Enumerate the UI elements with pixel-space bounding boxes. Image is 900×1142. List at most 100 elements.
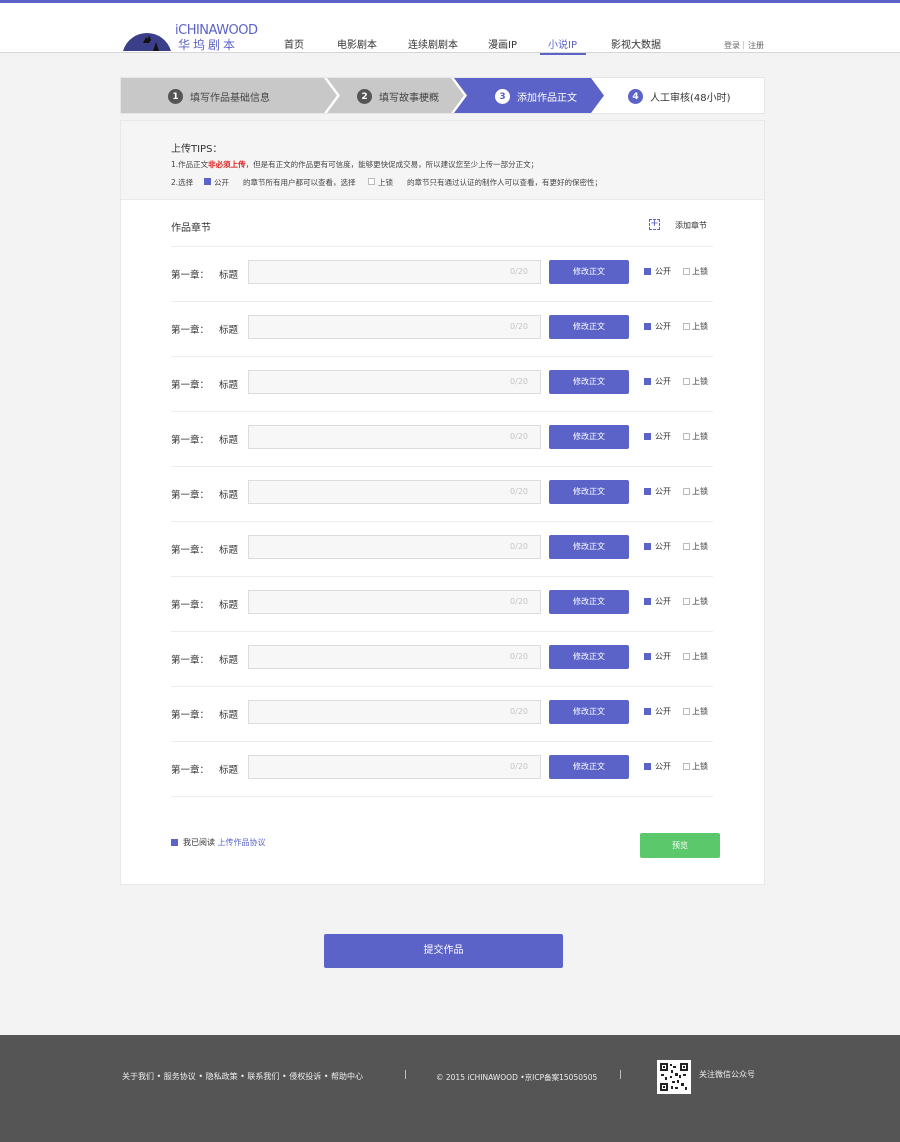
chapter-number-label: 第一章： bbox=[171, 710, 210, 721]
public-label: 公开 bbox=[655, 707, 671, 716]
submit-work-button[interactable]: 提交作品 bbox=[324, 934, 563, 968]
lock-checkbox[interactable] bbox=[683, 708, 690, 715]
public-checkbox[interactable] bbox=[644, 763, 651, 770]
nav-movie-scripts[interactable]: 电影剧本 bbox=[337, 36, 377, 51]
edit-content-button[interactable]: 修改正文 bbox=[549, 260, 629, 284]
public-label: 公开 bbox=[655, 267, 671, 276]
public-checkbox-sample bbox=[204, 178, 211, 185]
title-label: 标题 bbox=[219, 380, 239, 391]
public-label: 公开 bbox=[655, 487, 671, 496]
register-link[interactable]: 注册 bbox=[748, 40, 764, 51]
step-1-label: 填写作品基础信息 bbox=[190, 93, 270, 104]
add-chapter-button[interactable]: 添加章节 bbox=[675, 220, 707, 231]
footer-links[interactable]: 关于我们 • 服务协议 • 隐私政策 • 联系我们 • 侵权投诉 • 帮助中心 bbox=[122, 1071, 363, 1082]
agreement-text: 我已阅读 上传作品协议 bbox=[183, 837, 266, 848]
lock-checkbox[interactable] bbox=[683, 378, 690, 385]
chapter-title-input[interactable]: 0/20 bbox=[248, 370, 541, 394]
progress-steps: 1 填写作品基础信息 2 填写故事梗概 3 添加作品正文 4 人工审核(48小时… bbox=[120, 77, 765, 114]
public-checkbox[interactable] bbox=[644, 488, 651, 495]
lock-checkbox[interactable] bbox=[683, 763, 690, 770]
chapter-number-label: 第一章： bbox=[171, 765, 210, 776]
public-checkbox[interactable] bbox=[644, 653, 651, 660]
chapter-row: 第一章： 标题 0/20 修改正文 公开 上锁 bbox=[171, 357, 713, 412]
chapter-row: 第一章： 标题 0/20 修改正文 公开 上锁 bbox=[171, 742, 713, 797]
lock-checkbox[interactable] bbox=[683, 543, 690, 550]
public-checkbox[interactable] bbox=[644, 543, 651, 550]
step-4-label: 人工审核(48小时) bbox=[650, 93, 731, 104]
chapter-title-input[interactable]: 0/20 bbox=[248, 480, 541, 504]
agree-checkbox[interactable] bbox=[171, 839, 178, 846]
step-2: 2 填写故事梗概 bbox=[357, 78, 439, 115]
chapter-title-input[interactable]: 0/20 bbox=[248, 755, 541, 779]
chapter-title-input[interactable]: 0/20 bbox=[248, 260, 541, 284]
public-checkbox[interactable] bbox=[644, 378, 651, 385]
edit-content-button[interactable]: 修改正文 bbox=[549, 645, 629, 669]
edit-content-button[interactable]: 修改正文 bbox=[549, 700, 629, 724]
lock-checkbox[interactable] bbox=[683, 268, 690, 275]
char-counter: 0/20 bbox=[510, 707, 528, 716]
tips-optional-highlight: 非必须上传 bbox=[208, 160, 246, 169]
nav-series-scripts[interactable]: 连续剧剧本 bbox=[408, 36, 458, 51]
public-checkbox[interactable] bbox=[644, 433, 651, 440]
edit-content-button[interactable]: 修改正文 bbox=[549, 480, 629, 504]
lock-checkbox[interactable] bbox=[683, 598, 690, 605]
plus-icon[interactable]: + bbox=[649, 219, 660, 230]
public-label: 公开 bbox=[655, 377, 671, 386]
edit-content-button[interactable]: 修改正文 bbox=[549, 315, 629, 339]
lock-label: 上锁 bbox=[692, 267, 708, 276]
public-checkbox[interactable] bbox=[644, 708, 651, 715]
chapter-number-label: 第一章： bbox=[171, 270, 210, 281]
chapter-form-panel: 上传TIPS： 1.作品正文非必须上传，但是有正文的作品更有可信度，能够更快促成… bbox=[120, 120, 765, 885]
edit-content-button[interactable]: 修改正文 bbox=[549, 370, 629, 394]
title-label: 标题 bbox=[219, 545, 239, 556]
logo[interactable]: iCHINAWOOD 华坞剧本 bbox=[121, 21, 261, 53]
chapter-row: 第一章： 标题 0/20 修改正文 公开 上锁 bbox=[171, 247, 713, 302]
step-3: 3 添加作品正文 bbox=[495, 78, 577, 115]
chapter-row: 第一章： 标题 0/20 修改正文 公开 上锁 bbox=[171, 467, 713, 522]
nav-novel-ip[interactable]: 小说IP bbox=[548, 36, 577, 51]
lock-checkbox[interactable] bbox=[683, 653, 690, 660]
lock-checkbox[interactable] bbox=[683, 433, 690, 440]
agreement-prefix: 我已阅读 bbox=[183, 838, 215, 847]
wechat-label: 关注微信公众号 bbox=[699, 1070, 755, 1079]
char-counter: 0/20 bbox=[510, 267, 528, 276]
tips-line-2-start: 2.选择 bbox=[171, 178, 194, 187]
step-4-number: 4 bbox=[628, 89, 643, 104]
tips-line-1-start: 1.作品正文 bbox=[171, 160, 209, 169]
edit-content-button[interactable]: 修改正文 bbox=[549, 590, 629, 614]
upload-tips: 上传TIPS： 1.作品正文非必须上传，但是有正文的作品更有可信度，能够更快促成… bbox=[121, 121, 764, 200]
chapter-title-input[interactable]: 0/20 bbox=[248, 700, 541, 724]
title-label: 标题 bbox=[219, 435, 239, 446]
public-label: 公开 bbox=[655, 652, 671, 661]
nav-film-big-data[interactable]: 影视大数据 bbox=[611, 36, 661, 51]
chapter-title-input[interactable]: 0/20 bbox=[248, 425, 541, 449]
edit-content-button[interactable]: 修改正文 bbox=[549, 425, 629, 449]
preview-button[interactable]: 预览 bbox=[640, 833, 720, 858]
edit-content-button[interactable]: 修改正文 bbox=[549, 755, 629, 779]
lock-label: 上锁 bbox=[692, 597, 708, 606]
login-link[interactable]: 登录 bbox=[724, 40, 740, 51]
nav-comic-ip[interactable]: 漫画IP bbox=[488, 36, 517, 51]
lock-checkbox[interactable] bbox=[683, 323, 690, 330]
lock-checkbox[interactable] bbox=[683, 488, 690, 495]
chapter-title-input[interactable]: 0/20 bbox=[248, 315, 541, 339]
public-label: 公开 bbox=[655, 542, 671, 551]
public-checkbox[interactable] bbox=[644, 323, 651, 330]
edit-content-button[interactable]: 修改正文 bbox=[549, 535, 629, 559]
nav-home[interactable]: 首页 bbox=[284, 36, 304, 51]
chapter-title-input[interactable]: 0/20 bbox=[248, 590, 541, 614]
public-checkbox[interactable] bbox=[644, 268, 651, 275]
step-1-number: 1 bbox=[168, 89, 183, 104]
chapter-number-label: 第一章： bbox=[171, 545, 210, 556]
chapter-title-input[interactable]: 0/20 bbox=[248, 535, 541, 559]
chapter-number-label: 第一章： bbox=[171, 600, 210, 611]
step-1: 1 填写作品基础信息 bbox=[168, 78, 270, 115]
step-3-label: 添加作品正文 bbox=[517, 93, 577, 104]
chapter-title-input[interactable]: 0/20 bbox=[248, 645, 541, 669]
chapter-row: 第一章： 标题 0/20 修改正文 公开 上锁 bbox=[171, 302, 713, 357]
public-checkbox[interactable] bbox=[644, 598, 651, 605]
agreement-link[interactable]: 上传作品协议 bbox=[218, 838, 266, 847]
moon-logo-icon bbox=[123, 29, 171, 51]
auth-separator: | bbox=[742, 40, 745, 49]
tips-line-1-end: ，但是有正文的作品更有可信度，能够更快促成交易，所以建议您至少上传一部分正文； bbox=[245, 160, 539, 169]
